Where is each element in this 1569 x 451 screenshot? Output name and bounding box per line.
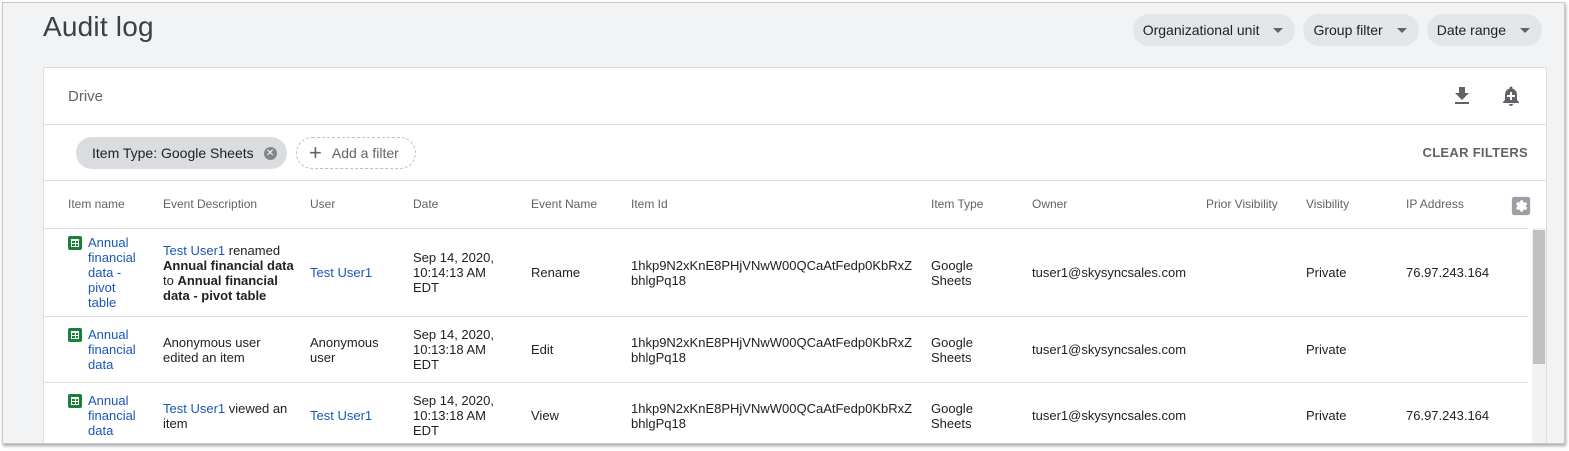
cell-event-name: Edit (523, 316, 623, 383)
cell-item-id: 1hkp9N2xKnE8PHjVNwW00QCaAtFedp0KbRxZbhlg… (623, 382, 923, 443)
cell-item-id: 1hkp9N2xKnE8PHjVNwW00QCaAtFedp0KbRxZbhlg… (623, 228, 923, 317)
page-title: Audit log (43, 11, 154, 42)
remove-filter-icon[interactable]: ✕ (263, 146, 277, 160)
cell-ip-address: 76.97.243.164 (1398, 228, 1528, 317)
column-settings-gear-icon[interactable] (1511, 196, 1531, 216)
cell-event-description: Anonymous user edited an item (155, 316, 302, 383)
audit-table: Item name Event Description User Date Ev… (44, 180, 1528, 443)
cell-item-type: Google Sheets (923, 228, 1024, 317)
cell-user: Test User1 (302, 382, 405, 443)
top-filter-bar: Organizational unit Group filter Date ra… (1132, 14, 1542, 46)
dropdown-label: Date range (1436, 22, 1506, 38)
desc-text: renamed (225, 242, 281, 258)
desc-new-name: Annual financial data - pivot table (163, 272, 278, 303)
add-alert-icon[interactable] (1499, 84, 1523, 108)
chip-label: Item Type: Google Sheets (92, 145, 254, 161)
audit-table-container: Item name Event Description User Date Ev… (44, 180, 1546, 443)
item-type-filter-chip[interactable]: Item Type: Google Sheets ✕ (76, 137, 287, 169)
table-header-row: Item name Event Description User Date Ev… (44, 180, 1528, 229)
item-name-link[interactable]: Annual financial data (88, 393, 147, 438)
vertical-scrollbar[interactable] (1532, 228, 1546, 443)
table-row: Annual financial data Test User1 viewed … (44, 382, 1528, 443)
col-date[interactable]: Date (405, 180, 523, 229)
col-prior-visibility[interactable]: Prior Visibility (1198, 180, 1298, 229)
drive-audit-card: Drive Item Type: Google Sheets ✕ + Add a… (43, 67, 1547, 443)
cell-event-description: Test User1 viewed an item (155, 382, 302, 443)
cell-date: Sep 14, 2020, 10:13:18 AM EDT (405, 382, 523, 443)
cell-user: Anonymous user (302, 316, 405, 383)
cell-item-id: 1hkp9N2xKnE8PHjVNwW00QCaAtFedp0KbRxZbhlg… (623, 316, 923, 383)
user-link[interactable]: Test User1 (310, 408, 372, 423)
add-filter-label: Add a filter (331, 145, 399, 161)
cell-user: Test User1 (302, 228, 405, 317)
dropdown-label: Organizational unit (1142, 22, 1260, 38)
desc-text: to (163, 272, 178, 288)
cell-event-name: Rename (523, 228, 623, 317)
caret-down-icon (1520, 27, 1530, 33)
google-sheets-icon (68, 394, 82, 408)
audit-log-window: Audit log Organizational unit Group filt… (2, 2, 1565, 444)
dropdown-label: Group filter (1313, 22, 1383, 38)
organizational-unit-dropdown[interactable]: Organizational unit (1132, 14, 1296, 46)
cell-event-description: Test User1 renamed Annual financial data… (155, 228, 302, 317)
item-name-link[interactable]: Annual financial data - pivot table (88, 235, 147, 310)
group-filter-dropdown[interactable]: Group filter (1303, 14, 1419, 46)
col-event-description[interactable]: Event Description (155, 180, 302, 229)
caret-down-icon (1273, 27, 1284, 33)
caret-down-icon (1396, 27, 1407, 33)
cell-visibility: Private (1298, 316, 1398, 383)
clear-filters-button[interactable]: CLEAR FILTERS (1423, 145, 1529, 160)
cell-prior-visibility (1198, 382, 1298, 443)
cell-item-name: Annual financial data (44, 316, 155, 383)
filter-chip-row: Item Type: Google Sheets ✕ + Add a filte… (44, 125, 1546, 181)
cell-prior-visibility (1198, 228, 1298, 317)
col-item-id[interactable]: Item Id (623, 180, 923, 229)
card-title: Drive (68, 88, 104, 105)
table-row: Annual financial data - pivot table Test… (44, 228, 1528, 317)
card-header: Drive (44, 68, 1546, 125)
date-range-dropdown[interactable]: Date range (1426, 14, 1542, 46)
cell-owner: tuser1@skysyncsales.com (1024, 382, 1198, 443)
table-row: Annual financial data Anonymous user edi… (44, 316, 1528, 383)
download-icon[interactable] (1450, 84, 1474, 108)
cell-event-name: View (523, 382, 623, 443)
col-visibility[interactable]: Visibility (1298, 180, 1398, 229)
desc-old-name: Annual financial data (163, 257, 294, 273)
cell-ip-address (1398, 316, 1528, 383)
cell-item-name: Annual financial data (44, 382, 155, 443)
cell-visibility: Private (1298, 228, 1398, 317)
cell-ip-address: 76.97.243.164 (1398, 382, 1528, 443)
item-name-link[interactable]: Annual financial data (88, 327, 147, 372)
add-filter-button[interactable]: + Add a filter (296, 137, 416, 169)
col-item-type[interactable]: Item Type (923, 180, 1024, 229)
cell-owner: tuser1@skysyncsales.com (1024, 228, 1198, 317)
col-owner[interactable]: Owner (1024, 180, 1198, 229)
plus-icon: + (309, 140, 322, 165)
cell-date: Sep 14, 2020, 10:13:18 AM EDT (405, 316, 523, 383)
col-ip-address[interactable]: IP Address (1398, 180, 1528, 229)
cell-item-type: Google Sheets (923, 382, 1024, 443)
col-user[interactable]: User (302, 180, 405, 229)
col-item-name[interactable]: Item name (44, 180, 155, 229)
cell-date: Sep 14, 2020, 10:14:13 AM EDT (405, 228, 523, 317)
scrollbar-thumb[interactable] (1533, 230, 1545, 364)
cell-prior-visibility (1198, 316, 1298, 383)
google-sheets-icon (68, 328, 82, 342)
cell-visibility: Private (1298, 382, 1398, 443)
user-link[interactable]: Test User1 (310, 265, 372, 280)
actor-link[interactable]: Test User1 (163, 401, 225, 416)
actor-link[interactable]: Test User1 (163, 243, 225, 258)
cell-item-type: Google Sheets (923, 316, 1024, 383)
col-event-name[interactable]: Event Name (523, 180, 623, 229)
cell-owner: tuser1@skysyncsales.com (1024, 316, 1198, 383)
cell-item-name: Annual financial data - pivot table (44, 228, 155, 317)
google-sheets-icon (68, 236, 82, 250)
